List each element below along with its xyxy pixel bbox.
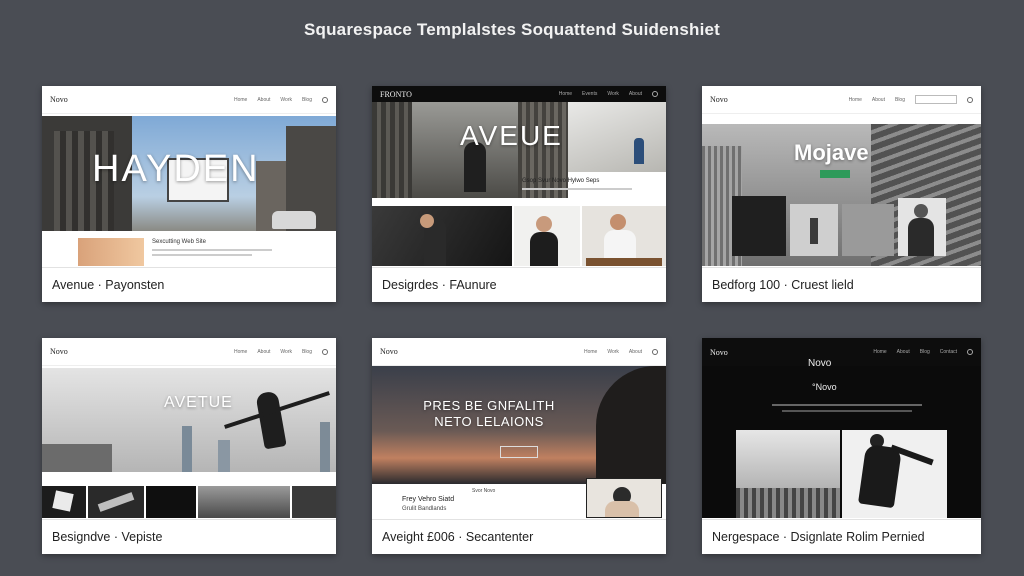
hero-image: HAYDEN bbox=[42, 116, 336, 231]
lower-text: Grulit Bandlands bbox=[402, 506, 447, 512]
gallery-image bbox=[514, 206, 580, 266]
template-preview[interactable]: Novo Home Work About PRES BE GNFALITH NE… bbox=[372, 338, 666, 518]
preview-nav: Novo Home About Work Blog bbox=[42, 338, 336, 366]
template-preview[interactable]: Novo Home About Blog Contact Novo °Novo bbox=[702, 338, 981, 518]
search-input bbox=[915, 95, 957, 104]
nav-link: Home bbox=[848, 96, 862, 103]
cta-button bbox=[500, 446, 538, 458]
hero-title: Mojave bbox=[794, 140, 869, 165]
gallery-image bbox=[842, 430, 947, 518]
nav-link: Home bbox=[233, 96, 248, 103]
nav-link: Work bbox=[607, 348, 619, 355]
preview-nav: Novo Home About Blog Contact bbox=[702, 338, 981, 366]
preview-logo: Novo bbox=[710, 95, 728, 104]
hero-image: PRES BE GNFALITH NETO LELAIONS bbox=[372, 366, 666, 484]
preview-nav: Novo Home About Blog bbox=[702, 86, 981, 114]
template-card-hayden[interactable]: Novo Home About Work Blog HAYDEN Sexcutt… bbox=[42, 86, 336, 302]
snippet-title: Sexcutting Web Site bbox=[152, 239, 206, 245]
gallery-image bbox=[736, 430, 840, 518]
hero-image: AVETUE bbox=[42, 368, 336, 472]
nav-link: Blog bbox=[894, 96, 905, 103]
nav-link: About bbox=[628, 348, 642, 355]
preview-logo: Novo bbox=[710, 347, 728, 357]
nav-link: Contact bbox=[939, 349, 957, 355]
preview-nav: Novo Home About Work Blog bbox=[42, 86, 336, 114]
template-caption: Desigrdes · FAunure bbox=[372, 267, 666, 302]
nav-link: About bbox=[896, 349, 910, 355]
preview-nav: FRONTO Home Events Work About bbox=[372, 86, 666, 102]
hero-title: AVETUE bbox=[164, 394, 233, 411]
search-icon bbox=[652, 91, 658, 97]
template-card-aveue[interactable]: FRONTO Home Events Work About AVEUE Gsop… bbox=[372, 86, 666, 302]
gallery-image bbox=[582, 206, 666, 266]
preview-nav: Novo Home Work About bbox=[372, 338, 666, 366]
lower-text: Svor Novo bbox=[472, 488, 496, 494]
template-preview[interactable]: Novo Home About Work Blog HAYDEN Sexcutt… bbox=[42, 86, 336, 266]
template-preview[interactable]: Novo Home About Work Blog AVETUE bbox=[42, 338, 336, 518]
preview-logo: Novo bbox=[380, 347, 398, 356]
template-caption: Bedforg 100 · Cruest lield bbox=[702, 267, 981, 302]
search-icon bbox=[652, 348, 658, 355]
search-icon bbox=[967, 96, 973, 103]
template-card-pres[interactable]: Novo Home Work About PRES BE GNFALITH NE… bbox=[372, 338, 666, 554]
gallery-image bbox=[568, 102, 666, 172]
preview-logo: Novo bbox=[50, 95, 68, 104]
nav-link: About bbox=[871, 96, 885, 103]
hero-title: AVEUE bbox=[460, 120, 563, 151]
template-preview[interactable]: FRONTO Home Events Work About AVEUE Gsop… bbox=[372, 86, 666, 266]
hero-subtitle: °Novo bbox=[812, 382, 837, 392]
hero-title: Novo bbox=[808, 358, 832, 369]
nav-link: Work bbox=[280, 348, 292, 355]
nav-link: Blog bbox=[301, 96, 312, 103]
nav-link: Work bbox=[280, 96, 292, 103]
search-icon bbox=[322, 96, 328, 103]
template-card-novo[interactable]: Novo Home About Blog Contact Novo °Novo … bbox=[702, 338, 981, 554]
nav-link: About bbox=[628, 91, 642, 97]
template-caption: Nergespace · Dsignlate Rolim Pernied bbox=[702, 519, 981, 554]
lower-text: Frey Vehro Siatd bbox=[402, 496, 455, 503]
nav-link: Home bbox=[233, 348, 248, 355]
hero-image: Mojave bbox=[702, 124, 981, 266]
template-caption: Besigndve · Vepiste bbox=[42, 519, 336, 554]
search-icon bbox=[322, 348, 328, 355]
hero-title: HAYDEN bbox=[92, 148, 260, 190]
template-caption: Avenue · Payonsten bbox=[42, 267, 336, 302]
nav-link: Home bbox=[873, 349, 887, 355]
search-icon bbox=[967, 349, 973, 355]
nav-link: Home bbox=[584, 348, 598, 355]
template-preview[interactable]: Novo Home About Blog Mojave bbox=[702, 86, 981, 266]
page-title: Squarespace Templalstes Soquattend Suide… bbox=[303, 20, 721, 39]
nav-link: About bbox=[257, 348, 271, 355]
preview-logo: Novo bbox=[50, 347, 68, 356]
template-card-avetue[interactable]: Novo Home About Work Blog AVETUE Besignd… bbox=[42, 338, 336, 554]
nav-link: Events bbox=[582, 91, 598, 97]
snippet-title: Gsop Svur Novo Hylwo Seps bbox=[522, 178, 600, 184]
thumbnail bbox=[78, 238, 144, 266]
nav-link: About bbox=[257, 96, 271, 103]
nav-link: Blog bbox=[919, 349, 930, 355]
preview-logo: FRONTO bbox=[380, 89, 412, 99]
nav-link: Home bbox=[558, 91, 573, 97]
cta-button bbox=[820, 170, 850, 178]
nav-link: Work bbox=[607, 91, 619, 97]
template-caption: Aveight £006 · Secantenter bbox=[372, 519, 666, 554]
template-card-mojave[interactable]: Novo Home About Blog Mojave Bedforg 100 … bbox=[702, 86, 981, 302]
gallery-image bbox=[372, 206, 512, 266]
hero-title: PRES BE GNFALITH NETO LELAIONS bbox=[423, 398, 555, 429]
nav-link: Blog bbox=[301, 348, 312, 355]
